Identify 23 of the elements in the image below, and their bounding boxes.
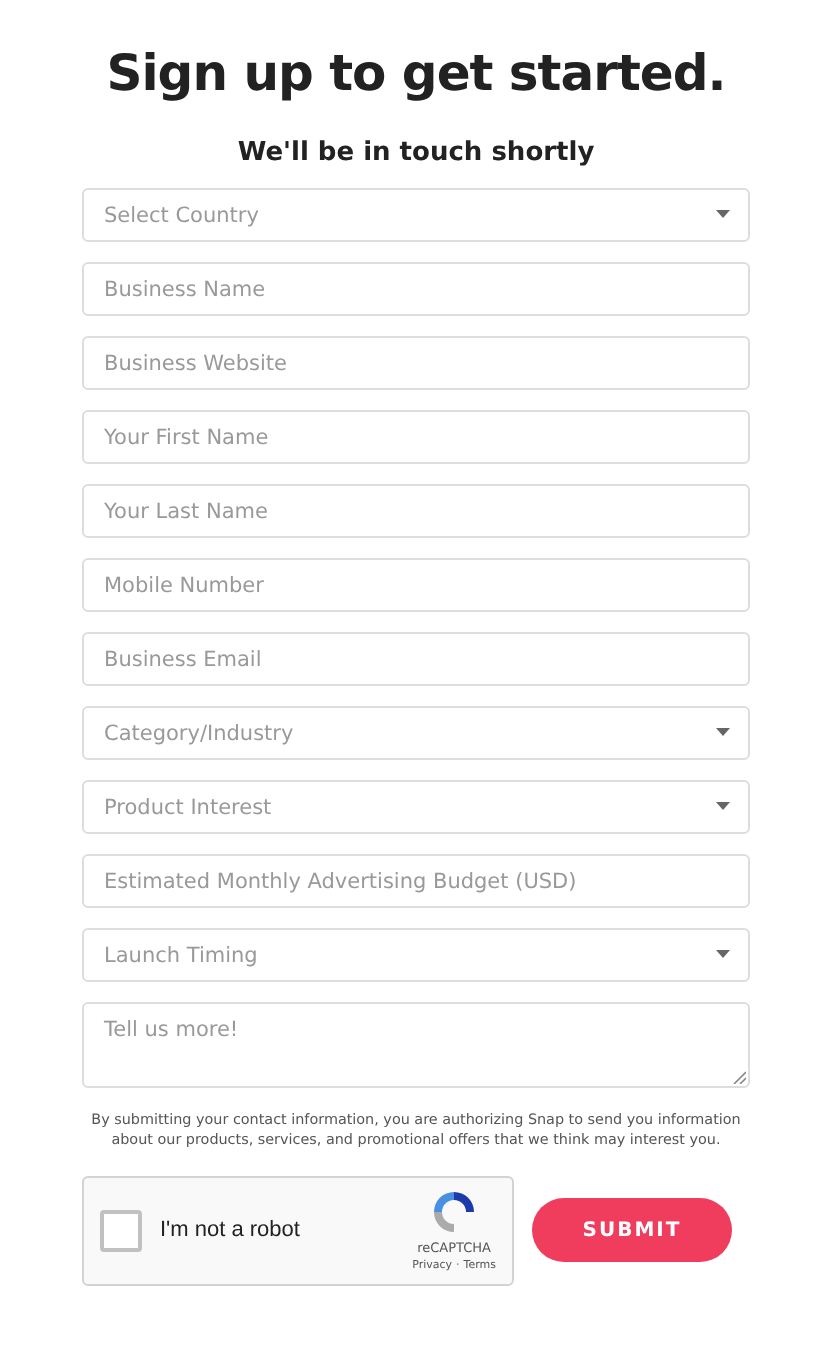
subtitle: We'll be in touch shortly (235, 138, 597, 168)
caret-icon (716, 210, 730, 218)
message-field[interactable]: Tell us more! (82, 1002, 750, 1088)
recaptcha-logo-icon (430, 1188, 479, 1237)
select-field[interactable]: Launch Timing (82, 928, 750, 982)
caret-icon (716, 802, 730, 810)
input-field[interactable]: Your Last Name (82, 484, 750, 538)
resize-grip-icon (732, 1070, 746, 1084)
input-field[interactable]: Business Website (82, 336, 750, 390)
captcha-checkbox[interactable] (100, 1209, 142, 1252)
caret-icon (716, 728, 730, 736)
input-field[interactable]: Business Name (82, 262, 750, 316)
captcha-label: I'm not a robot (160, 1218, 302, 1243)
input-field[interactable]: Mobile Number (82, 558, 750, 612)
select-field[interactable]: Select Country (82, 188, 750, 242)
input-field[interactable]: Your First Name (82, 410, 750, 464)
caret-icon (716, 950, 730, 958)
input-field[interactable]: Estimated Monthly Advertising Budget (USD) (82, 854, 750, 908)
page-title: Sign up to get started. (104, 44, 728, 102)
select-field[interactable]: Category/Industry (82, 706, 750, 760)
input-field[interactable]: Business Email (82, 632, 750, 686)
select-field[interactable]: Product Interest (82, 780, 750, 834)
submit-button[interactable]: SUBMIT (532, 1198, 732, 1263)
